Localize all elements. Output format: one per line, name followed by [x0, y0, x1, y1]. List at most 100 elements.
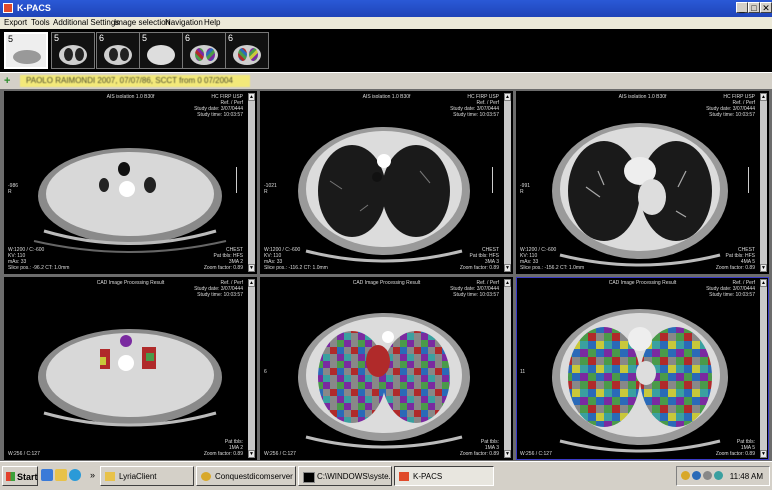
scale-ruler: [492, 167, 499, 193]
taskbar: Start » LyriaClient Conquestdicomserver …: [0, 461, 772, 490]
study-info: HC FIRP USP Ref. / Perf Study date: 3/07/0…: [194, 94, 243, 118]
scroll-up-icon[interactable]: ▲: [248, 93, 255, 101]
folder-icon: [105, 472, 115, 481]
server-icon: [201, 472, 211, 481]
display-info: Pat tbls: 1MA 2 Zoom factor: 0.89: [203, 439, 243, 457]
task-conquestdicomserver[interactable]: Conquestdicomserver: [196, 466, 296, 486]
study-info: Ref. / Perf Study date: 3/07/0444 Study ti…: [450, 280, 499, 298]
thumbnail-count: 6: [99, 33, 105, 43]
thumbnail-count: 6: [185, 33, 191, 43]
scroll-down-icon[interactable]: ▼: [248, 450, 255, 458]
volume-icon[interactable]: [703, 471, 712, 480]
acquisition-info: W:1200 / C:-600 KV: 110 mAs: 33 Slice pos.:…: [520, 247, 585, 271]
viewport-active[interactable]: CAD Image Processing Result Ref. / Perf S…: [516, 277, 769, 460]
study-info: Ref. / Perf Study date: 3/07/0444 Study ti…: [706, 280, 755, 298]
security-icon[interactable]: [714, 471, 723, 480]
menu-bar: Export Tools Additional Settings Image s…: [0, 17, 772, 29]
window-title: K-PACS: [17, 3, 51, 13]
orientation-marker: -991 R: [520, 183, 531, 195]
cad-result-image: [298, 313, 470, 449]
scroll-up-icon[interactable]: ▲: [760, 93, 767, 101]
thumbnail-image: [147, 45, 175, 65]
series-thumbnail[interactable]: 5: [139, 32, 183, 69]
kpacs-icon: [399, 472, 409, 481]
viewport[interactable]: CAD Image Processing Result Ref. / Perf S…: [260, 277, 513, 460]
network-icon[interactable]: [692, 471, 701, 480]
series-thumbnail[interactable]: 5: [4, 32, 48, 69]
thumbnail-count: 6: [228, 33, 234, 43]
viewport[interactable]: AIS isolation 1.0 B30f HC FIRP USP Ref. /…: [260, 91, 513, 274]
task-kpacs[interactable]: K-PACS: [394, 466, 494, 486]
scroll-down-icon[interactable]: ▼: [504, 264, 511, 272]
menu-help[interactable]: Help: [204, 18, 220, 27]
thumbnail-strip: 5 5 6 5 6 6: [0, 29, 772, 72]
patient-label: PAOLO RAIMONDI 2007, 07/07/86, SCCT from…: [20, 75, 250, 87]
task-command-prompt[interactable]: C:\WINDOWS\syste...: [298, 466, 392, 486]
scale-ruler: [748, 167, 755, 193]
add-icon[interactable]: +: [4, 75, 10, 87]
clock[interactable]: 11:48 AM: [730, 472, 763, 481]
start-button[interactable]: Start: [2, 466, 38, 486]
viewport[interactable]: AIS isolation 1.0 B30f HC FIRP USP Ref. /…: [516, 91, 769, 274]
image-viewer: AIS isolation 1.0 B30f HC FIRP USP Ref. /…: [0, 89, 772, 461]
scroll-down-icon[interactable]: ▼: [760, 450, 767, 458]
display-info: Pat tbls: 1MA 5 Zoom factor: 0.89: [715, 439, 755, 457]
task-lyriaclient[interactable]: LyriaClient: [100, 466, 194, 486]
acquisition-info: W:1200 / C:-600 KV: 110 mAs: 33 Slice pos.:…: [264, 247, 328, 271]
viewport-scrollbar[interactable]: ▲ ▼: [760, 279, 767, 458]
scroll-up-icon[interactable]: ▲: [504, 279, 511, 287]
close-button[interactable]: ✕: [760, 2, 772, 13]
viewport-scrollbar[interactable]: ▲ ▼: [504, 279, 511, 458]
maximize-button[interactable]: □: [748, 2, 760, 13]
viewport-scrollbar[interactable]: ▲ ▼: [504, 93, 511, 272]
viewport-scrollbar[interactable]: ▲ ▼: [760, 93, 767, 272]
quicklaunch-overflow-icon[interactable]: »: [90, 470, 95, 480]
scroll-down-icon[interactable]: ▼: [248, 264, 255, 272]
viewport[interactable]: AIS isolation 1.0 B30f HC FIRP USP Ref. /…: [4, 91, 257, 274]
menu-additional-settings[interactable]: Additional Settings: [53, 18, 119, 27]
folder-icon[interactable]: [55, 469, 67, 481]
series-thumbnail[interactable]: 5: [51, 32, 95, 69]
title-bar: K-PACS _ □ ✕: [0, 0, 772, 17]
console-icon: [303, 472, 315, 483]
slice-number: 6: [264, 369, 267, 375]
menu-export[interactable]: Export: [4, 18, 27, 27]
viewport-scrollbar[interactable]: ▲ ▼: [248, 279, 255, 458]
series-thumbnail[interactable]: 6: [225, 32, 269, 69]
acquisition-info: W:256 / C:127: [520, 451, 552, 457]
show-desktop-icon[interactable]: [41, 469, 53, 481]
orientation-marker: -986 R: [8, 183, 19, 195]
thumbnail-image: [13, 50, 41, 64]
minimize-button[interactable]: _: [736, 2, 748, 13]
app-icon: [3, 3, 13, 13]
acquisition-info: W:1200 / C:-600 KV: 110 mAs: 33 Slice pos.:…: [8, 247, 70, 271]
server-tray-icon[interactable]: [681, 471, 690, 480]
cad-result-image: [38, 329, 222, 427]
scale-ruler: [236, 167, 243, 193]
scroll-up-icon[interactable]: ▲: [760, 279, 767, 287]
menu-image-selection[interactable]: Image selection: [114, 18, 170, 27]
scroll-down-icon[interactable]: ▼: [504, 450, 511, 458]
scroll-up-icon[interactable]: ▲: [248, 279, 255, 287]
menu-navigation[interactable]: Navigation: [165, 18, 203, 27]
system-tray: 11:48 AM: [676, 466, 770, 486]
viewport-scrollbar[interactable]: ▲ ▼: [248, 93, 255, 272]
study-info: HC FIRP USP Ref. / Perf Study date: 3/07/0…: [450, 94, 499, 118]
viewport[interactable]: CAD Image Processing Result Ref. / Perf S…: [4, 277, 257, 460]
patient-bar: + PAOLO RAIMONDI 2007, 07/07/86, SCCT fr…: [0, 72, 772, 90]
slice-number: 11: [520, 369, 526, 375]
browser-icon[interactable]: [69, 469, 81, 481]
scroll-down-icon[interactable]: ▼: [760, 264, 767, 272]
study-info: Ref. / Perf Study date: 3/07/0444 Study ti…: [194, 280, 243, 298]
thumbnail-count: 5: [8, 34, 14, 44]
thumbnail-count: 5: [142, 33, 148, 43]
display-info: CHEST Pat tbls: HFS 3MA 3 Zoom factor: 0.89: [459, 247, 499, 271]
display-info: CHEST Pat tbls: HFS 4MA 5 Zoom factor: 0.89: [715, 247, 755, 271]
acquisition-info: W:256 / C:127: [8, 451, 40, 457]
series-thumbnail[interactable]: 6: [182, 32, 226, 69]
scroll-up-icon[interactable]: ▲: [504, 93, 511, 101]
series-thumbnail[interactable]: 6: [96, 32, 140, 69]
cad-result-image: [552, 309, 728, 453]
acquisition-info: W:256 / C:127: [264, 451, 296, 457]
menu-tools[interactable]: Tools: [31, 18, 50, 27]
